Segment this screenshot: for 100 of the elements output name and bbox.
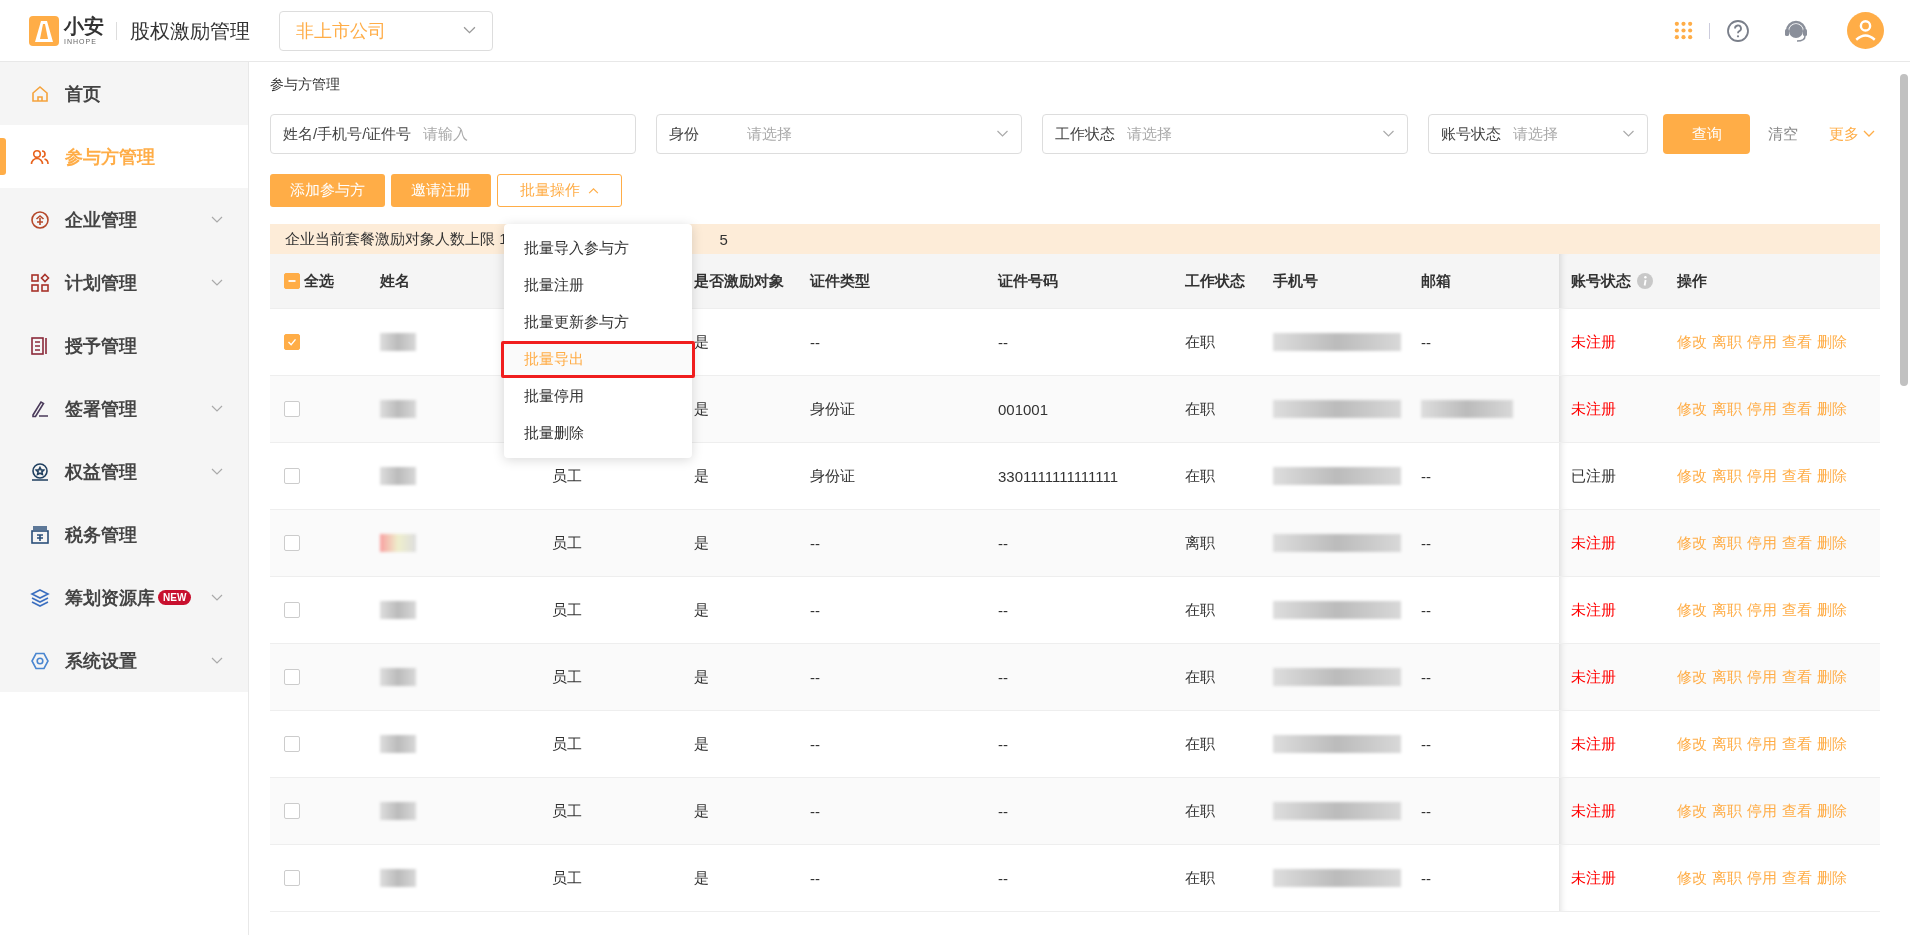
row-checkbox[interactable] bbox=[284, 535, 300, 551]
sidebar-item[interactable]: 首页 bbox=[0, 62, 248, 125]
row-checkbox[interactable] bbox=[284, 468, 300, 484]
action-link[interactable]: 查看 bbox=[1782, 667, 1812, 687]
action-button[interactable]: 邀请注册 bbox=[391, 174, 491, 207]
more-button[interactable]: 更多 bbox=[1829, 124, 1875, 144]
action-link[interactable]: 离职 bbox=[1712, 332, 1742, 352]
menu-item[interactable]: 批量导出 bbox=[501, 341, 695, 378]
info-icon[interactable] bbox=[1637, 273, 1653, 289]
action-link[interactable]: 删除 bbox=[1817, 600, 1847, 620]
company-select[interactable]: 非上市公司 bbox=[279, 10, 493, 51]
action-link[interactable]: 修改 bbox=[1677, 399, 1707, 419]
table-cell: 是 bbox=[694, 399, 709, 419]
chevron-up-icon bbox=[588, 187, 599, 194]
action-link[interactable]: 删除 bbox=[1817, 667, 1847, 687]
action-link[interactable]: 停用 bbox=[1747, 466, 1777, 486]
apps-grid-icon[interactable] bbox=[1674, 21, 1693, 40]
action-link[interactable]: 离职 bbox=[1712, 801, 1742, 821]
sidebar-item[interactable]: 授予管理 bbox=[0, 314, 248, 377]
action-link[interactable]: 删除 bbox=[1817, 399, 1847, 419]
action-link[interactable]: 修改 bbox=[1677, 868, 1707, 888]
query-button[interactable]: 查询 bbox=[1663, 114, 1750, 154]
sidebar-item[interactable]: 税务管理 bbox=[0, 503, 248, 566]
action-link[interactable]: 修改 bbox=[1677, 600, 1707, 620]
action-link[interactable]: 停用 bbox=[1747, 332, 1777, 352]
action-link[interactable]: 删除 bbox=[1817, 868, 1847, 888]
action-link[interactable]: 删除 bbox=[1817, 801, 1847, 821]
action-link[interactable]: 停用 bbox=[1747, 734, 1777, 754]
sidebar-item[interactable]: 系统设置 bbox=[0, 629, 248, 692]
action-link[interactable]: 停用 bbox=[1747, 667, 1777, 687]
menu-item[interactable]: 批量停用 bbox=[504, 378, 692, 415]
sidebar-item[interactable]: 企业管理 bbox=[0, 188, 248, 251]
select-field[interactable]: 身份 请选择 bbox=[656, 114, 1022, 154]
column-header: 手机号 bbox=[1273, 271, 1318, 291]
action-link[interactable]: 查看 bbox=[1782, 600, 1812, 620]
select-all-checkbox[interactable] bbox=[284, 273, 300, 289]
input-field[interactable]: 姓名/手机号/证件号 请输入 bbox=[270, 114, 636, 154]
action-link[interactable]: 查看 bbox=[1782, 466, 1812, 486]
action-link[interactable]: 删除 bbox=[1817, 533, 1847, 553]
row-checkbox[interactable] bbox=[284, 401, 300, 417]
row-checkbox[interactable] bbox=[284, 602, 300, 618]
action-link[interactable]: 查看 bbox=[1782, 734, 1812, 754]
action-link[interactable]: 停用 bbox=[1747, 399, 1777, 419]
scrollbar-thumb[interactable] bbox=[1900, 74, 1908, 386]
action-link[interactable]: 删除 bbox=[1817, 734, 1847, 754]
action-link[interactable]: 查看 bbox=[1782, 533, 1812, 553]
action-link[interactable]: 修改 bbox=[1677, 332, 1707, 352]
blurred-name bbox=[380, 735, 416, 753]
sidebar-item[interactable]: 计划管理 bbox=[0, 251, 248, 314]
action-link[interactable]: 停用 bbox=[1747, 600, 1777, 620]
action-link[interactable]: 修改 bbox=[1677, 533, 1707, 553]
sidebar-item[interactable]: 签署管理 bbox=[0, 377, 248, 440]
action-link[interactable]: 离职 bbox=[1712, 399, 1742, 419]
action-link[interactable]: 停用 bbox=[1747, 533, 1777, 553]
select-field[interactable]: 工作状态 请选择 bbox=[1042, 114, 1408, 154]
menu-item[interactable]: 批量注册 bbox=[504, 267, 692, 304]
menu-item[interactable]: 批量删除 bbox=[504, 415, 692, 452]
action-link[interactable]: 删除 bbox=[1817, 466, 1847, 486]
table-cell: 是 bbox=[694, 466, 709, 486]
action-link[interactable]: 离职 bbox=[1712, 868, 1742, 888]
row-checkbox[interactable] bbox=[284, 334, 300, 350]
batch-button[interactable]: 批量操作 bbox=[497, 174, 622, 207]
action-link[interactable]: 删除 bbox=[1817, 332, 1847, 352]
sidebar-item[interactable]: 权益管理 bbox=[0, 440, 248, 503]
clear-button[interactable]: 清空 bbox=[1768, 124, 1798, 144]
action-link[interactable]: 离职 bbox=[1712, 600, 1742, 620]
sidebar-item[interactable]: 筹划资源库 NEW bbox=[0, 566, 248, 629]
table-cell: 离职 bbox=[1185, 533, 1215, 553]
row-checkbox[interactable] bbox=[284, 870, 300, 886]
avatar-icon[interactable] bbox=[1847, 12, 1884, 49]
action-link[interactable]: 修改 bbox=[1677, 734, 1707, 754]
blocks-icon bbox=[30, 272, 50, 293]
column-header: 邮箱 bbox=[1421, 271, 1451, 291]
column-header: 证件类型 bbox=[810, 271, 870, 291]
action-button[interactable]: 添加参与方 bbox=[270, 174, 385, 207]
action-link[interactable]: 停用 bbox=[1747, 801, 1777, 821]
action-link[interactable]: 离职 bbox=[1712, 667, 1742, 687]
action-link[interactable]: 查看 bbox=[1782, 868, 1812, 888]
action-link[interactable]: 离职 bbox=[1712, 734, 1742, 754]
action-link[interactable]: 修改 bbox=[1677, 667, 1707, 687]
select-field[interactable]: 账号状态 请选择 bbox=[1428, 114, 1648, 154]
menu-item[interactable]: 批量更新参与方 bbox=[504, 304, 692, 341]
action-link[interactable]: 修改 bbox=[1677, 466, 1707, 486]
action-link[interactable]: 停用 bbox=[1747, 868, 1777, 888]
status-text: 未注册 bbox=[1571, 332, 1616, 352]
action-link[interactable]: 查看 bbox=[1782, 332, 1812, 352]
row-checkbox[interactable] bbox=[284, 736, 300, 752]
menu-item[interactable]: 批量导入参与方 bbox=[504, 230, 692, 267]
action-link[interactable]: 修改 bbox=[1677, 801, 1707, 821]
page-title: 参与方管理 bbox=[270, 76, 341, 94]
action-link[interactable]: 查看 bbox=[1782, 801, 1812, 821]
chevron-down-icon bbox=[996, 130, 1009, 138]
sidebar-item[interactable]: 参与方管理 bbox=[0, 125, 248, 188]
action-link[interactable]: 查看 bbox=[1782, 399, 1812, 419]
action-link[interactable]: 离职 bbox=[1712, 466, 1742, 486]
row-checkbox[interactable] bbox=[284, 803, 300, 819]
help-icon[interactable] bbox=[1726, 18, 1750, 43]
row-checkbox[interactable] bbox=[284, 669, 300, 685]
table-cell: 是 bbox=[694, 600, 709, 620]
action-link[interactable]: 离职 bbox=[1712, 533, 1742, 553]
